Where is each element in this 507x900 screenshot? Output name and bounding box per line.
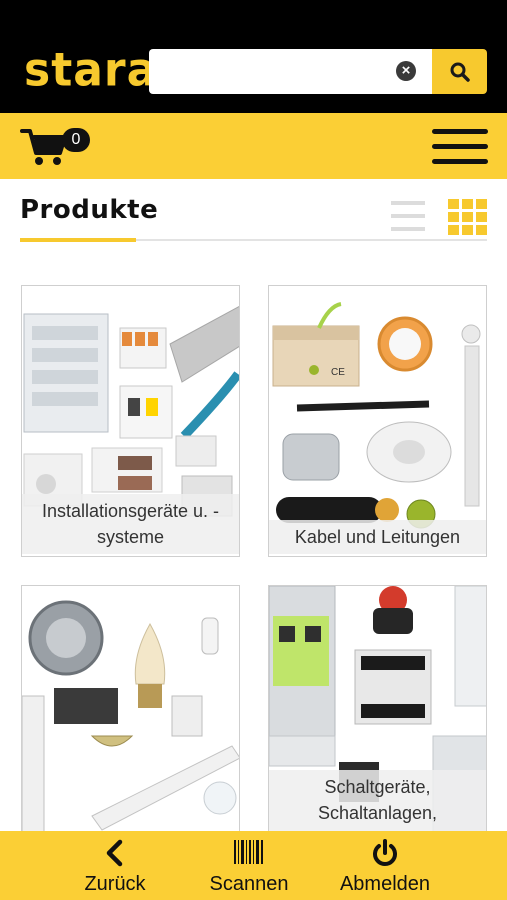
power-icon [373,839,397,866]
nav-logout-button[interactable]: Abmelden [330,831,440,900]
lamps-image [22,600,239,836]
product-card-installationsgeraete[interactable]: Installationsgeräte u. - systeme [21,285,240,557]
search-input[interactable] [149,49,432,94]
list-view-icon[interactable] [391,201,425,231]
grid-view-icon[interactable] [448,199,487,235]
product-card-leuchtmittel[interactable] [21,585,240,857]
hamburger-menu-icon[interactable] [432,129,488,165]
magnifier-icon [450,62,470,82]
nav-scan-label: Scannen [209,873,289,895]
product-card-label: Installationsgeräte u. - systeme [22,494,239,554]
nav-logout-label: Abmelden [339,873,431,895]
product-card-label: Kabel und Leitungen [269,520,486,554]
page-title: Produkte [20,195,159,225]
barcode-icon [234,840,263,864]
cart-count-badge: 0 [62,128,90,152]
svg-text:CE: CE [331,367,345,378]
cables-image: CE [272,302,481,529]
product-card-label: Schaltgeräte, Schaltanlagen, [269,770,486,836]
product-card-kabel[interactable]: CE Kabel und Leitungen [268,285,487,557]
nav-back-label: Zurück [84,873,146,895]
clear-circle-icon[interactable]: × [396,61,416,81]
nav-scan-button[interactable]: Scannen [199,831,299,900]
title-underline [20,238,136,242]
search-button[interactable] [432,49,487,94]
app-screen: stara × 0 Produkte Installationsgeräte u… [0,0,507,900]
stara-logo[interactable]: stara [24,44,157,99]
cart-icon[interactable] [20,127,70,167]
chevron-left-icon [106,839,123,867]
product-card-schaltgeraete[interactable]: Schaltgeräte, Schaltanlagen, [268,585,487,857]
nav-back-button[interactable]: Zurück [70,831,160,900]
